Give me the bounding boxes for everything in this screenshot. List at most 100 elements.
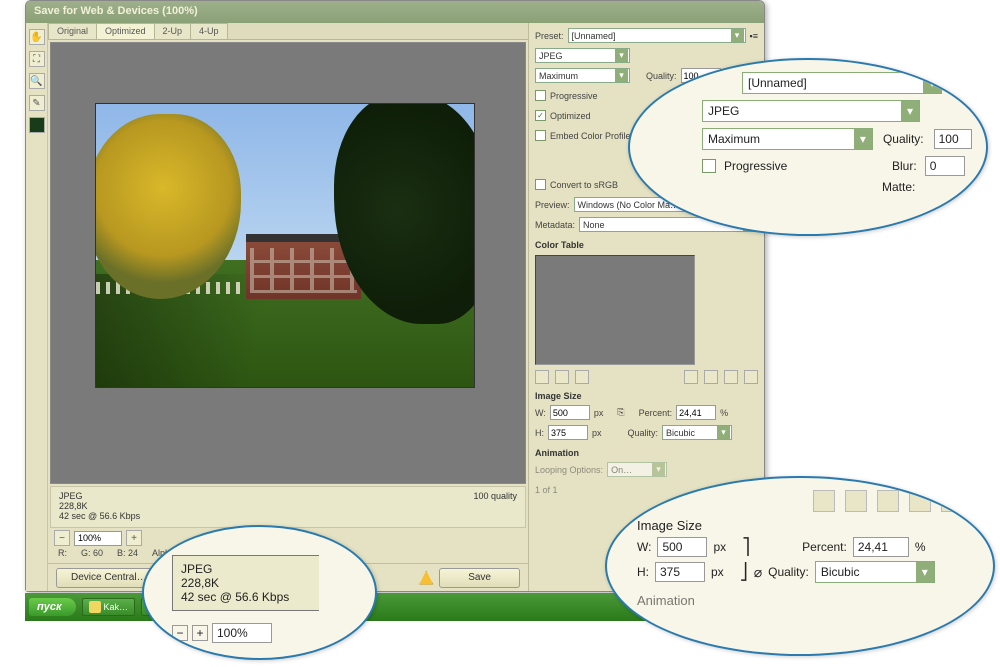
- preview-tabs: Original Optimized 2-Up 4-Up: [48, 23, 528, 40]
- ct-icon[interactable]: [575, 370, 589, 384]
- eyedropper-tool-icon[interactable]: ✎: [29, 95, 45, 111]
- embed-profile-checkbox[interactable]: [535, 130, 546, 141]
- trash-icon[interactable]: [744, 370, 758, 384]
- ct-icon[interactable]: [555, 370, 569, 384]
- zoom-tool-icon[interactable]: 🔍: [29, 73, 45, 89]
- quality-preset-select[interactable]: Maximum: [535, 68, 630, 83]
- flyout-icon[interactable]: ▪≡: [750, 31, 758, 41]
- slice-tool-icon[interactable]: ⛶: [29, 51, 45, 67]
- co-icon[interactable]: [845, 490, 867, 512]
- link-icon[interactable]: ⌀: [754, 564, 762, 581]
- height-input[interactable]: [548, 425, 588, 440]
- co-progressive-checkbox[interactable]: [702, 159, 716, 173]
- width-input[interactable]: [550, 405, 590, 420]
- optimize-info: JPEG 228,8K 42 sec @ 56.6 Kbps 100 quali…: [50, 486, 526, 528]
- zoom-out-icon[interactable]: −: [54, 530, 70, 546]
- preset-label: Preset:: [535, 31, 564, 41]
- callout-image-size: Image Size W: 500 px ⎤ Percent: 24,41 % …: [605, 476, 995, 656]
- co-progressive-label: Progressive: [724, 159, 884, 173]
- callout-format-settings: [Unnamed] JPEG Maximum Quality: 100 Prog…: [628, 58, 988, 236]
- co-percent-label: Percent:: [802, 540, 847, 554]
- frame-count: 1 of 1: [535, 485, 558, 495]
- color-swatch-icon[interactable]: [29, 117, 45, 133]
- co-h-label: H:: [637, 565, 649, 579]
- preset-select[interactable]: [Unnamed]: [568, 28, 746, 43]
- ct-icon[interactable]: [684, 370, 698, 384]
- tab-original[interactable]: Original: [48, 23, 97, 39]
- link-icon[interactable]: ⎘: [617, 407, 624, 418]
- ct-icon[interactable]: [704, 370, 718, 384]
- co-matte-label: Matte:: [882, 180, 915, 194]
- window-titlebar[interactable]: Save for Web & Devices (100%): [26, 1, 764, 23]
- resample-select[interactable]: Bicubic: [662, 425, 732, 440]
- co-resample-select[interactable]: Bicubic: [815, 561, 935, 583]
- info-time: 42 sec @ 56.6 Kbps: [59, 511, 140, 521]
- zoom-out-icon[interactable]: −: [172, 625, 188, 641]
- co-size: 228,8K: [181, 576, 289, 590]
- stat-r: R:: [58, 548, 67, 563]
- color-table-title: Color Table: [535, 240, 758, 250]
- zoom-in-icon[interactable]: +: [126, 530, 142, 546]
- co-zoom[interactable]: 100%: [212, 623, 272, 643]
- optimized-checkbox[interactable]: ✓: [535, 110, 546, 121]
- ct-icon[interactable]: [535, 370, 549, 384]
- convert-srgb-checkbox[interactable]: [535, 179, 546, 190]
- quality-label-2: Quality:: [628, 428, 659, 438]
- canvas-area[interactable]: [50, 42, 526, 484]
- co-image-size-title: Image Size: [637, 518, 973, 533]
- percent-input[interactable]: [676, 405, 716, 420]
- tab-optimized[interactable]: Optimized: [96, 23, 155, 39]
- co-time: 42 sec @ 56.6 Kbps: [181, 590, 289, 604]
- taskbar-item[interactable]: Kak…: [82, 598, 136, 616]
- looping-label: Looping Options:: [535, 465, 603, 475]
- optimized-label: Optimized: [550, 111, 591, 121]
- start-button[interactable]: пуск: [29, 598, 76, 616]
- co-format-select[interactable]: JPEG: [702, 100, 920, 122]
- stat-b: B: 24: [117, 548, 138, 563]
- progressive-checkbox[interactable]: [535, 90, 546, 101]
- co-height-input[interactable]: 375: [655, 562, 705, 582]
- tab-4up[interactable]: 4-Up: [190, 23, 228, 39]
- preview-image: [95, 103, 475, 388]
- save-button[interactable]: Save: [439, 568, 520, 588]
- progressive-label: Progressive: [550, 91, 598, 101]
- h-label: H:: [535, 428, 544, 438]
- co-blur-label: Blur:: [892, 159, 917, 173]
- co-icon[interactable]: [813, 490, 835, 512]
- preview-label: Preview:: [535, 200, 570, 210]
- hand-tool-icon[interactable]: ✋: [29, 29, 45, 45]
- ct-icon[interactable]: [724, 370, 738, 384]
- looping-select: On…: [607, 462, 667, 477]
- zoom-in-icon[interactable]: +: [192, 625, 208, 641]
- co-icon[interactable]: [909, 490, 931, 512]
- info-size: 228,8K: [59, 501, 140, 511]
- co-percent-input[interactable]: 24,41: [853, 537, 909, 557]
- format-select[interactable]: JPEG: [535, 48, 630, 63]
- callout-file-info: JPEG 228,8K 42 sec @ 56.6 Kbps − + 100%: [142, 525, 377, 660]
- tool-column: ✋ ⛶ 🔍 ✎: [26, 23, 48, 591]
- stat-g: G: 60: [81, 548, 103, 563]
- w-label: W:: [535, 408, 546, 418]
- co-blur-input[interactable]: 0: [925, 156, 965, 176]
- info-quality: 100 quality: [473, 491, 517, 501]
- window-title: Save for Web & Devices (100%): [34, 5, 198, 17]
- co-format: JPEG: [181, 562, 289, 576]
- tab-2up[interactable]: 2-Up: [154, 23, 192, 39]
- co-icon[interactable]: [877, 490, 899, 512]
- co-quality-preset-select[interactable]: Maximum: [702, 128, 873, 150]
- image-size-title: Image Size: [535, 391, 758, 401]
- color-table[interactable]: [535, 255, 695, 365]
- co-width-input[interactable]: 500: [657, 537, 707, 557]
- embed-label: Embed Color Profile: [550, 131, 631, 141]
- animation-title: Animation: [535, 448, 758, 458]
- co-animation-title: Animation: [637, 593, 973, 608]
- quality-label: Quality:: [646, 71, 677, 81]
- info-format: JPEG: [59, 491, 140, 501]
- zoom-input[interactable]: [74, 531, 122, 546]
- co-preset-select[interactable]: [Unnamed]: [742, 72, 942, 94]
- trash-icon[interactable]: [941, 490, 963, 512]
- warning-icon[interactable]: [419, 571, 433, 585]
- co-quality-input[interactable]: 100: [934, 129, 972, 149]
- percent-label: Percent:: [639, 408, 673, 418]
- co-w-label: W:: [637, 540, 651, 554]
